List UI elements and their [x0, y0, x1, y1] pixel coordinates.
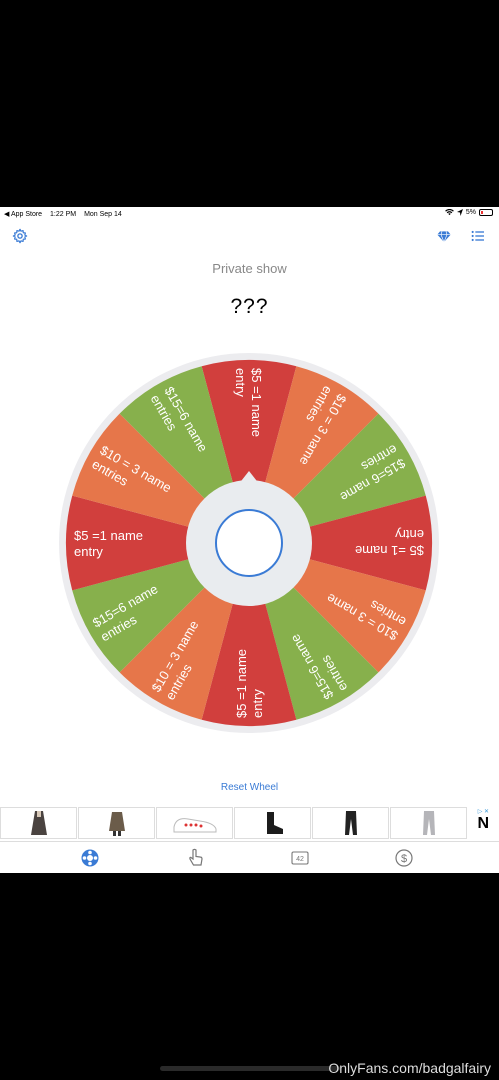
back-to-app-store[interactable]: ◀ App Store: [4, 211, 42, 218]
number-tab-label: 42: [296, 856, 304, 863]
prize-wheel[interactable]: $5 =1 nameentry$10 = 3 nameentries$15=6 …: [56, 350, 442, 736]
ad-choices-icon[interactable]: ▷ ✕: [478, 808, 489, 815]
ad-product-jacket[interactable]: [78, 807, 155, 839]
status-bar: ◀ App Store 1:22 PM Mon Sep 14 5%: [0, 207, 499, 221]
number-icon[interactable]: 42: [290, 848, 310, 868]
app-screen: ◀ App Store 1:22 PM Mon Sep 14 5% Privat…: [0, 207, 499, 873]
ad-product-pants[interactable]: [312, 807, 389, 839]
home-indicator[interactable]: [160, 1066, 340, 1071]
battery-percent: 5%: [465, 209, 476, 216]
sneaker-image-icon: [173, 818, 216, 833]
tap-hand-icon[interactable]: [186, 848, 206, 868]
reset-wheel-button[interactable]: Reset Wheel: [0, 782, 499, 793]
tab-bar: 42 $: [0, 841, 499, 873]
page-title: Private show: [212, 261, 287, 276]
boot-image-icon: [266, 812, 283, 834]
battery-icon: [479, 209, 493, 216]
spin-result: ???: [230, 295, 269, 318]
settings-gear-icon[interactable]: [12, 228, 28, 244]
list-menu-icon[interactable]: [470, 228, 486, 244]
svg-text:$: $: [401, 853, 407, 865]
ad-product-boots[interactable]: [234, 807, 311, 839]
watermark-text: OnlyFans.com/badgalfairy: [328, 1060, 491, 1076]
coat-image-icon: [30, 811, 47, 835]
jeans-image-icon: [422, 811, 435, 835]
location-icon: [456, 209, 463, 216]
status-time: 1:22 PM: [50, 211, 77, 218]
ad-product-coat[interactable]: [0, 807, 77, 839]
jacket-image-icon: [108, 812, 125, 836]
ad-brand-logo[interactable]: N: [477, 815, 489, 833]
pants-image-icon: [344, 811, 357, 835]
spin-button[interactable]: [215, 509, 283, 577]
dollar-icon[interactable]: $: [394, 848, 414, 868]
wifi-icon: [445, 209, 454, 216]
ad-product-jeans[interactable]: [390, 807, 467, 839]
ad-product-sneakers[interactable]: [156, 807, 233, 839]
status-date: Mon Sep 14: [84, 211, 122, 218]
wheel-icon[interactable]: [80, 848, 100, 868]
diamond-icon[interactable]: [436, 228, 452, 244]
ad-banner[interactable]: ▷ ✕ N: [0, 807, 499, 841]
